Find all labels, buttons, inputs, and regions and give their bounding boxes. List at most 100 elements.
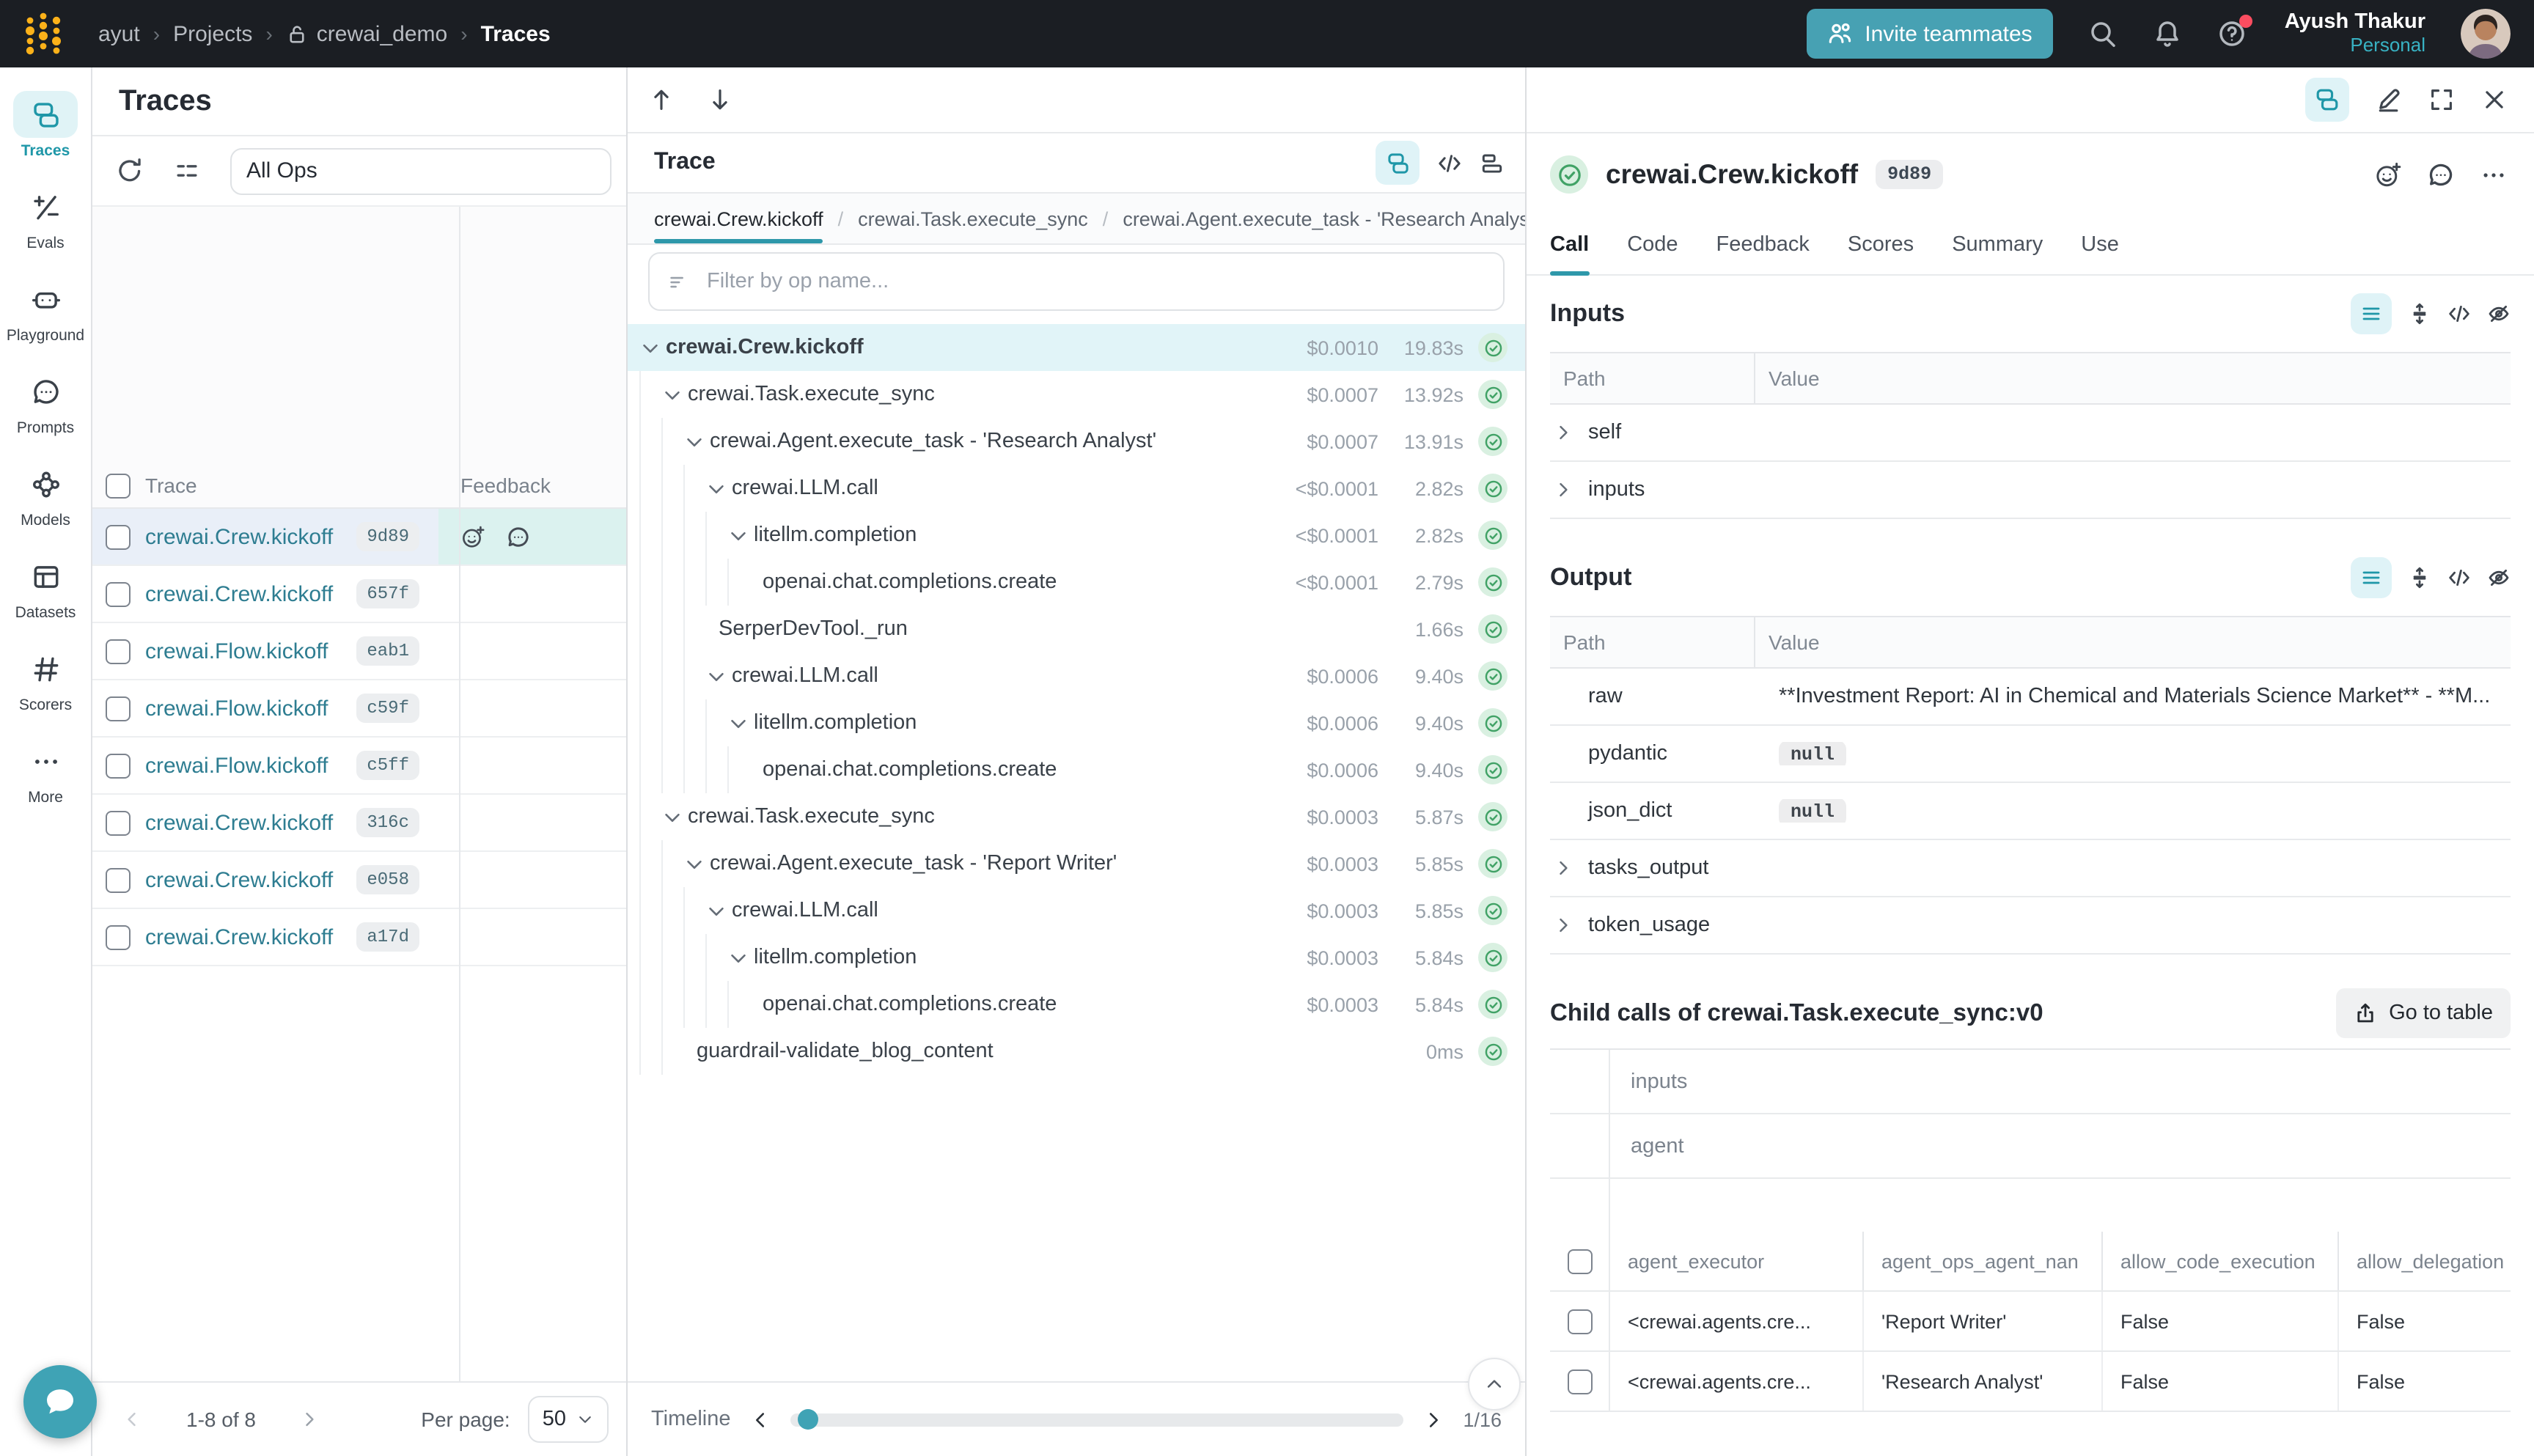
- chevron-down-icon[interactable]: [705, 900, 727, 922]
- code-view-icon[interactable]: [1437, 150, 1462, 175]
- chevron-down-icon[interactable]: [727, 712, 749, 734]
- row-checkbox[interactable]: [1567, 1369, 1592, 1394]
- trace-crumb-tab[interactable]: crewai.Agent.execute_task - 'Research An…: [1088, 194, 1525, 243]
- hide-icon[interactable]: [2487, 302, 2511, 326]
- column-header-trace[interactable]: Trace: [142, 474, 441, 497]
- sidebar-item-prompts[interactable]: Prompts: [0, 356, 91, 449]
- table-row[interactable]: crewai.Crew.kickoff 9d89: [92, 509, 626, 566]
- chevron-down-icon[interactable]: [705, 477, 727, 499]
- timeline-slider[interactable]: [791, 1413, 1403, 1426]
- output-row[interactable]: json_dict null: [1550, 783, 2511, 840]
- expand-rows-icon[interactable]: [2408, 302, 2431, 326]
- timeline-next-button[interactable]: [1422, 1408, 1444, 1430]
- chevron-down-icon[interactable]: [639, 337, 661, 359]
- row-checkbox[interactable]: [105, 524, 130, 549]
- child-table-row[interactable]: <crewai.agents.cre... 'Report Writer' Fa…: [1550, 1292, 2511, 1352]
- chevron-down-icon[interactable]: [683, 853, 705, 875]
- table-row[interactable]: crewai.Flow.kickoff c59f: [92, 680, 626, 738]
- trace-crumb-tab[interactable]: crewai.Crew.kickoff: [654, 194, 823, 243]
- ops-filter-select[interactable]: All Ops: [230, 147, 612, 194]
- op-filter-field[interactable]: [648, 252, 1505, 311]
- tree-row[interactable]: openai.chat.completions.create$0.00069.4…: [628, 746, 1525, 793]
- invite-teammates-button[interactable]: Invite teammates: [1806, 9, 2052, 59]
- next-page-button[interactable]: [300, 1409, 320, 1430]
- tree-row[interactable]: crewai.LLM.call<$0.00012.82s: [628, 465, 1525, 512]
- op-filter-input[interactable]: [704, 268, 1485, 295]
- breadcrumb-page[interactable]: Traces: [481, 21, 551, 46]
- hide-icon[interactable]: [2487, 566, 2511, 589]
- avatar[interactable]: [2461, 9, 2511, 59]
- tree-row[interactable]: crewai.LLM.call$0.00035.85s: [628, 887, 1525, 934]
- tree-toggle-icon[interactable]: [2305, 78, 2349, 122]
- output-row[interactable]: tasks_output: [1550, 840, 2511, 897]
- go-to-table-button[interactable]: Go to table: [2336, 988, 2511, 1038]
- output-row[interactable]: pydantic null: [1550, 726, 2511, 783]
- tree-row[interactable]: crewai.Agent.execute_task - 'Report Writ…: [628, 840, 1525, 887]
- tree-row[interactable]: crewai.Task.execute_sync$0.000713.92s: [628, 371, 1525, 418]
- input-row[interactable]: inputs: [1550, 462, 2511, 519]
- help-icon[interactable]: [2217, 19, 2247, 48]
- row-checkbox[interactable]: [105, 867, 130, 892]
- child-table-row[interactable]: <crewai.agents.cre... 'Research Analyst'…: [1550, 1352, 2511, 1412]
- row-checkbox[interactable]: [105, 810, 130, 835]
- breadcrumb-org[interactable]: ayut: [98, 21, 140, 46]
- tab-summary[interactable]: Summary: [1952, 216, 2043, 274]
- column-header-feedback[interactable]: Feedback: [441, 474, 626, 497]
- row-checkbox[interactable]: [1567, 1309, 1592, 1334]
- chevron-down-icon[interactable]: [727, 524, 749, 546]
- list-view-icon[interactable]: [2351, 557, 2392, 598]
- bell-icon[interactable]: [2153, 19, 2182, 48]
- list-view-icon[interactable]: [2351, 293, 2392, 334]
- row-checkbox[interactable]: [105, 753, 130, 778]
- tree-row[interactable]: litellm.completion<$0.00012.82s: [628, 512, 1525, 559]
- column-header[interactable]: allow_code_execution: [2101, 1232, 2337, 1290]
- comment-icon[interactable]: [506, 524, 531, 549]
- trace-crumb-tab[interactable]: crewai.Task.execute_sync: [823, 194, 1088, 243]
- timeline-slider-handle[interactable]: [798, 1409, 819, 1430]
- table-row[interactable]: crewai.Crew.kickoff 657f: [92, 566, 626, 623]
- table-row[interactable]: crewai.Crew.kickoff 316c: [92, 795, 626, 852]
- tab-call[interactable]: Call: [1550, 216, 1589, 274]
- expand-rows-icon[interactable]: [2408, 566, 2431, 589]
- more-icon[interactable]: [2480, 161, 2508, 188]
- tree-row[interactable]: litellm.completion$0.00069.40s: [628, 699, 1525, 746]
- comment-icon[interactable]: [2427, 161, 2455, 188]
- add-reaction-icon[interactable]: [460, 524, 485, 549]
- next-call-button[interactable]: [707, 87, 733, 113]
- prev-page-button[interactable]: [122, 1409, 142, 1430]
- tree-row[interactable]: openai.chat.completions.create<$0.00012.…: [628, 559, 1525, 606]
- sidebar-item-datasets[interactable]: Datasets: [0, 541, 91, 633]
- sidebar-item-playground[interactable]: Playground: [0, 264, 91, 356]
- tree-row[interactable]: crewai.Agent.execute_task - 'Research An…: [628, 418, 1525, 465]
- column-header[interactable]: agent_ops_agent_nan: [1862, 1232, 2101, 1290]
- chevron-down-icon[interactable]: [727, 946, 749, 968]
- tree-row[interactable]: crewai.Task.execute_sync$0.00035.87s: [628, 793, 1525, 840]
- table-row[interactable]: crewai.Flow.kickoff c5ff: [92, 738, 626, 795]
- chevron-down-icon[interactable]: [661, 806, 683, 828]
- breadcrumb-projects[interactable]: Projects: [173, 21, 252, 46]
- row-checkbox[interactable]: [105, 924, 130, 949]
- edit-icon[interactable]: [2376, 87, 2402, 113]
- tree-row[interactable]: crewai.Crew.kickoff$0.001019.83s: [628, 324, 1525, 371]
- column-header[interactable]: agent_executor: [1610, 1232, 1862, 1290]
- table-row[interactable]: crewai.Crew.kickoff e058: [92, 852, 626, 909]
- chevron-down-icon[interactable]: [683, 430, 705, 452]
- sidebar-item-more[interactable]: More: [0, 726, 91, 818]
- tab-feedback[interactable]: Feedback: [1716, 216, 1810, 274]
- per-page-select[interactable]: 50: [528, 1396, 609, 1443]
- chevron-down-icon[interactable]: [661, 383, 683, 405]
- wandb-logo[interactable]: [23, 12, 63, 56]
- chevron-right-icon[interactable]: [1553, 422, 1573, 443]
- tree-row[interactable]: SerperDevTool._run1.66s: [628, 606, 1525, 652]
- tree-view-icon[interactable]: [1376, 141, 1420, 185]
- timeline-prev-button[interactable]: [750, 1408, 772, 1430]
- collapse-panel-button[interactable]: [1468, 1358, 1521, 1411]
- close-icon[interactable]: [2481, 87, 2508, 113]
- tree-row[interactable]: litellm.completion$0.00035.84s: [628, 934, 1525, 981]
- call-id-badge[interactable]: 9d89: [1876, 160, 1943, 189]
- code-view-icon[interactable]: [2447, 566, 2471, 589]
- flame-view-icon[interactable]: [1480, 150, 1505, 175]
- chevron-down-icon[interactable]: [705, 665, 727, 687]
- tree-row[interactable]: openai.chat.completions.create$0.00035.8…: [628, 981, 1525, 1028]
- sidebar-item-models[interactable]: Models: [0, 449, 91, 541]
